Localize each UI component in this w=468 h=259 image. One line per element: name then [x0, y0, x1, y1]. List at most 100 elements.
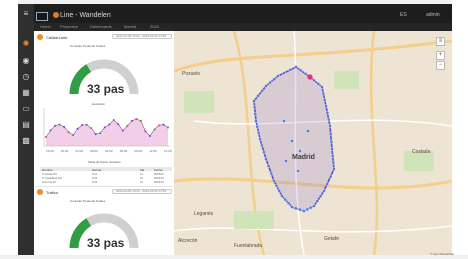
map-marker	[260, 143, 264, 148]
map-marker	[256, 131, 261, 135]
date-range-pill[interactable]: 2024-03-05 10:00 - 2024-03-05 10:59	[112, 34, 172, 39]
timeline-point	[167, 126, 169, 129]
map-marker	[280, 194, 284, 198]
card-icon	[37, 34, 43, 40]
x-tick-label: 06:00	[120, 149, 128, 153]
map-marker	[322, 189, 326, 193]
date-range-pill[interactable]: 2024-03-05 10:00 - 2024-03-05 10:59	[112, 189, 172, 194]
breadcrumb-item[interactable]: Proyectos	[60, 24, 78, 29]
map-marker	[331, 160, 336, 165]
map-marker-selected	[307, 74, 313, 80]
map-marker	[303, 72, 308, 76]
map-marker	[326, 117, 331, 122]
breadcrumb-item[interactable]: Madrid	[124, 24, 136, 29]
col-header[interactable]: Sensor	[92, 168, 102, 172]
menu-icon[interactable]: ≡	[22, 10, 30, 18]
map-marker	[306, 129, 310, 133]
timeline-area	[46, 119, 168, 146]
timeline-point	[108, 123, 111, 126]
map-marker	[329, 139, 334, 144]
map-marker	[332, 167, 336, 171]
timeline-point	[72, 134, 75, 137]
gauge-value: 33 pas	[87, 82, 125, 96]
table-cell: 33	[140, 177, 143, 180]
map-view[interactable]: Madrid Coslada Leganés Alcorcón Pozuelo …	[174, 31, 452, 255]
timeline-point	[112, 118, 115, 121]
user-menu[interactable]: admin	[426, 12, 440, 18]
card-title: Tráfico	[46, 190, 59, 195]
map-marker	[274, 183, 279, 188]
x-tick-label: 12:00	[149, 149, 157, 153]
timeline-point	[67, 131, 70, 134]
col-header[interactable]: Nombre	[42, 168, 53, 172]
timeline-point	[117, 123, 120, 126]
monitor-icon[interactable]: ▭	[22, 105, 30, 113]
map-marker	[272, 179, 276, 183]
breadcrumb-item[interactable]: Home	[40, 24, 51, 29]
zoom-in-button[interactable]: +	[436, 51, 445, 60]
user-icon[interactable]: ◉	[22, 57, 30, 65]
grid-icon[interactable]: ▦	[22, 89, 30, 97]
clock-icon[interactable]: ◷	[22, 73, 30, 81]
map-marker	[320, 85, 324, 89]
col-header[interactable]: Fecha	[154, 168, 162, 172]
map-marker	[315, 199, 319, 203]
map-marker	[328, 124, 332, 128]
card-title: Calidad aire	[46, 35, 68, 40]
x-tick-label: 15:00	[164, 149, 172, 153]
col-header[interactable]: Val	[140, 168, 144, 172]
map-marker	[328, 132, 333, 136]
apps-icon[interactable]: ▩	[22, 137, 30, 145]
map-marker	[288, 68, 293, 72]
x-tick-label: 15:00	[46, 149, 54, 153]
map-marker	[330, 147, 334, 151]
map-marker	[269, 171, 274, 176]
map-attribution[interactable]: © OpenStreetMap	[430, 252, 454, 256]
table-cell: 05/03/24	[154, 181, 164, 184]
timeline-point	[139, 119, 142, 122]
map-marker	[322, 98, 327, 102]
card-divider	[35, 186, 172, 187]
map-marker	[328, 174, 333, 179]
table-cell: 21	[140, 181, 143, 184]
timeline-point	[90, 127, 93, 130]
map-marker	[264, 157, 268, 161]
card-icon	[37, 189, 43, 195]
map-marker	[294, 65, 298, 69]
table-cell: S-01	[92, 173, 98, 176]
table-cell: Pº Castellana 100	[42, 177, 62, 180]
table-icon[interactable]: ▤	[22, 121, 30, 129]
timeline-point	[157, 124, 160, 127]
sun-icon[interactable]: ✺	[22, 40, 30, 48]
map-marker	[290, 139, 294, 143]
zoom-out-button[interactable]: −	[436, 61, 445, 70]
gauge-title: Contador Peatonal Totales	[70, 44, 106, 48]
layers-icon[interactable]: ≡	[436, 37, 445, 46]
map-marker	[302, 209, 306, 213]
breadcrumb-item[interactable]: Dashboards	[90, 24, 112, 29]
brand-dot-icon	[53, 12, 59, 18]
map-marker	[268, 80, 272, 85]
map-marker	[252, 105, 257, 110]
x-tick-label: 00:00	[90, 149, 98, 153]
map-marker	[283, 197, 287, 202]
timeline-point	[49, 129, 52, 132]
map-marker	[318, 194, 323, 198]
map-place-label: Coslada	[412, 149, 431, 155]
table-cell: 12	[140, 173, 143, 176]
breadcrumb-item[interactable]: 2024	[150, 24, 159, 29]
map-place-label: Alcorcón	[178, 238, 198, 244]
timeline-point	[153, 128, 156, 131]
timeline-point	[99, 132, 102, 135]
map-marker	[260, 89, 264, 93]
language-selector[interactable]: ES	[400, 12, 407, 18]
map-marker	[276, 74, 280, 78]
timeline-point	[162, 123, 165, 126]
timeline-point	[54, 124, 57, 127]
map-marker	[282, 71, 286, 75]
map-marker	[272, 77, 276, 82]
table-cell: 05/03/24	[154, 173, 164, 176]
map-marker	[298, 149, 302, 153]
timeline-point	[144, 130, 147, 133]
timeline-point	[126, 124, 129, 127]
